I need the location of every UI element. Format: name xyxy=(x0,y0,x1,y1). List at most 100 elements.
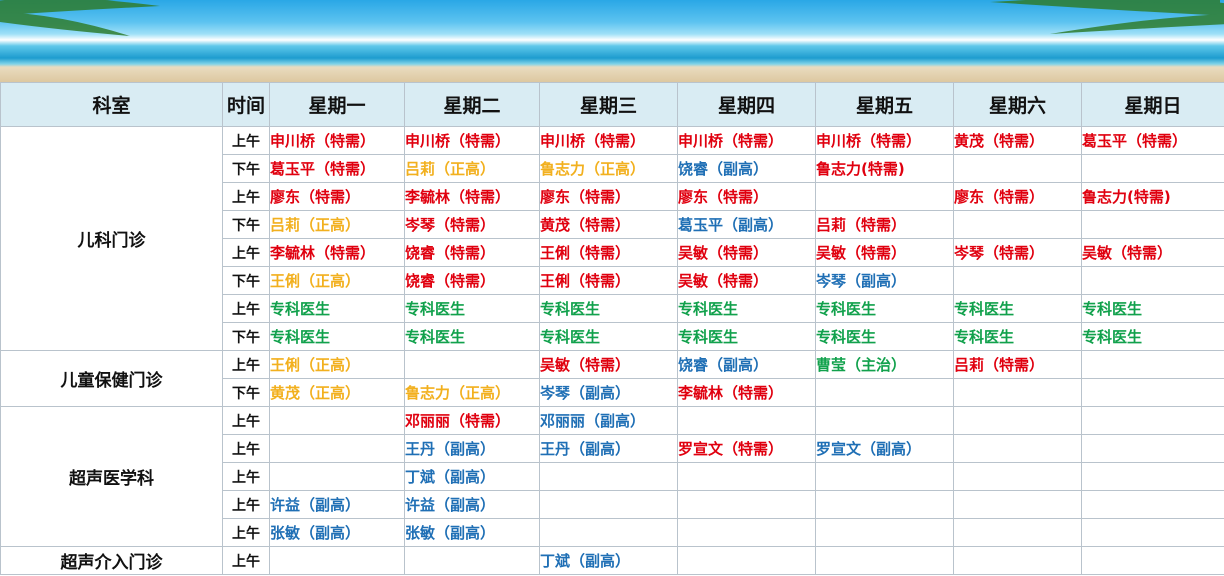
doctor-cell[interactable]: 廖东（特需） xyxy=(677,182,816,211)
doctor-cell[interactable]: 专科医生 xyxy=(269,294,405,323)
empty-cell[interactable] xyxy=(953,490,1082,519)
empty-cell[interactable] xyxy=(1081,154,1224,183)
doctor-cell[interactable]: 曹莹（主治） xyxy=(815,350,954,379)
empty-cell[interactable] xyxy=(953,518,1082,547)
empty-cell[interactable] xyxy=(815,518,954,547)
doctor-cell[interactable]: 岑琴（副高） xyxy=(539,378,678,407)
doctor-cell[interactable]: 鲁志力(特需) xyxy=(1081,182,1224,211)
doctor-cell[interactable]: 鲁志力（正高） xyxy=(539,154,678,183)
empty-cell[interactable] xyxy=(1081,378,1224,407)
empty-cell[interactable] xyxy=(815,462,954,491)
doctor-cell[interactable]: 王俐（特需） xyxy=(539,266,678,295)
empty-cell[interactable] xyxy=(269,546,405,575)
empty-cell[interactable] xyxy=(539,518,678,547)
doctor-cell[interactable]: 许益（副高） xyxy=(269,490,405,519)
doctor-cell[interactable]: 专科医生 xyxy=(815,322,954,351)
doctor-cell[interactable]: 饶睿（副高） xyxy=(677,350,816,379)
doctor-cell[interactable]: 鲁志力（正高） xyxy=(404,378,540,407)
doctor-cell[interactable]: 专科医生 xyxy=(1081,322,1224,351)
empty-cell[interactable] xyxy=(1081,462,1224,491)
empty-cell[interactable] xyxy=(539,490,678,519)
doctor-cell[interactable]: 廖东（特需） xyxy=(269,182,405,211)
empty-cell[interactable] xyxy=(404,546,540,575)
empty-cell[interactable] xyxy=(815,490,954,519)
doctor-cell[interactable]: 廖东（特需） xyxy=(953,182,1082,211)
doctor-cell[interactable]: 鲁志力(特需) xyxy=(815,154,954,183)
doctor-cell[interactable]: 专科医生 xyxy=(404,294,540,323)
doctor-cell[interactable]: 王俐（特需） xyxy=(539,238,678,267)
doctor-cell[interactable]: 岑琴（特需） xyxy=(953,238,1082,267)
doctor-cell[interactable]: 丁斌（副高） xyxy=(539,546,678,575)
doctor-cell[interactable]: 申川桥（特需） xyxy=(404,126,540,155)
empty-cell[interactable] xyxy=(677,490,816,519)
doctor-cell[interactable]: 专科医生 xyxy=(953,294,1082,323)
doctor-cell[interactable]: 岑琴（特需） xyxy=(404,210,540,239)
empty-cell[interactable] xyxy=(953,546,1082,575)
empty-cell[interactable] xyxy=(269,406,405,435)
empty-cell[interactable] xyxy=(953,154,1082,183)
doctor-cell[interactable]: 吕莉（特需） xyxy=(815,210,954,239)
empty-cell[interactable] xyxy=(677,406,816,435)
empty-cell[interactable] xyxy=(1081,434,1224,463)
doctor-cell[interactable]: 丁斌（副高） xyxy=(404,462,540,491)
empty-cell[interactable] xyxy=(815,406,954,435)
empty-cell[interactable] xyxy=(1081,406,1224,435)
empty-cell[interactable] xyxy=(539,462,678,491)
doctor-cell[interactable]: 张敏（副高） xyxy=(404,518,540,547)
doctor-cell[interactable]: 黄茂（正高） xyxy=(269,378,405,407)
doctor-cell[interactable]: 专科医生 xyxy=(539,322,678,351)
doctor-cell[interactable]: 吴敏（特需） xyxy=(677,238,816,267)
doctor-cell[interactable]: 邓丽丽（副高） xyxy=(539,406,678,435)
doctor-cell[interactable]: 专科医生 xyxy=(539,294,678,323)
empty-cell[interactable] xyxy=(953,210,1082,239)
empty-cell[interactable] xyxy=(1081,350,1224,379)
empty-cell[interactable] xyxy=(953,462,1082,491)
empty-cell[interactable] xyxy=(1081,490,1224,519)
empty-cell[interactable] xyxy=(953,434,1082,463)
doctor-cell[interactable]: 专科医生 xyxy=(1081,294,1224,323)
doctor-cell[interactable]: 吴敏（特需） xyxy=(1081,238,1224,267)
doctor-cell[interactable]: 饶睿（副高） xyxy=(677,154,816,183)
doctor-cell[interactable]: 王俐（正高） xyxy=(269,350,405,379)
doctor-cell[interactable]: 邓丽丽（特需） xyxy=(404,406,540,435)
doctor-cell[interactable]: 申川桥（特需） xyxy=(269,126,405,155)
empty-cell[interactable] xyxy=(677,518,816,547)
doctor-cell[interactable]: 黄茂（特需） xyxy=(953,126,1082,155)
doctor-cell[interactable]: 吴敏（特需） xyxy=(815,238,954,267)
empty-cell[interactable] xyxy=(815,378,954,407)
empty-cell[interactable] xyxy=(953,266,1082,295)
empty-cell[interactable] xyxy=(953,406,1082,435)
empty-cell[interactable] xyxy=(815,182,954,211)
empty-cell[interactable] xyxy=(1081,266,1224,295)
doctor-cell[interactable]: 葛玉平（特需） xyxy=(1081,126,1224,155)
doctor-cell[interactable]: 王俐（正高） xyxy=(269,266,405,295)
doctor-cell[interactable]: 李毓林（特需） xyxy=(404,182,540,211)
doctor-cell[interactable]: 罗宣文（副高） xyxy=(815,434,954,463)
doctor-cell[interactable]: 张敏（副高） xyxy=(269,518,405,547)
doctor-cell[interactable]: 廖东（特需） xyxy=(539,182,678,211)
doctor-cell[interactable]: 吕莉（正高） xyxy=(269,210,405,239)
empty-cell[interactable] xyxy=(1081,518,1224,547)
doctor-cell[interactable]: 许益（副高） xyxy=(404,490,540,519)
empty-cell[interactable] xyxy=(1081,546,1224,575)
doctor-cell[interactable]: 吴敏（特需） xyxy=(677,266,816,295)
doctor-cell[interactable]: 岑琴（副高） xyxy=(815,266,954,295)
doctor-cell[interactable]: 申川桥（特需） xyxy=(815,126,954,155)
empty-cell[interactable] xyxy=(1081,210,1224,239)
doctor-cell[interactable]: 饶睿（特需） xyxy=(404,238,540,267)
doctor-cell[interactable]: 专科医生 xyxy=(677,294,816,323)
doctor-cell[interactable]: 黄茂（特需） xyxy=(539,210,678,239)
doctor-cell[interactable]: 饶睿（特需） xyxy=(404,266,540,295)
doctor-cell[interactable]: 专科医生 xyxy=(677,322,816,351)
empty-cell[interactable] xyxy=(815,546,954,575)
doctor-cell[interactable]: 申川桥（特需） xyxy=(677,126,816,155)
doctor-cell[interactable]: 吕莉（正高） xyxy=(404,154,540,183)
empty-cell[interactable] xyxy=(953,378,1082,407)
doctor-cell[interactable]: 专科医生 xyxy=(269,322,405,351)
doctor-cell[interactable]: 葛玉平（特需） xyxy=(269,154,405,183)
doctor-cell[interactable]: 专科医生 xyxy=(815,294,954,323)
doctor-cell[interactable]: 李毓林（特需） xyxy=(677,378,816,407)
empty-cell[interactable] xyxy=(269,434,405,463)
doctor-cell[interactable]: 李毓林（特需） xyxy=(269,238,405,267)
doctor-cell[interactable]: 专科医生 xyxy=(953,322,1082,351)
